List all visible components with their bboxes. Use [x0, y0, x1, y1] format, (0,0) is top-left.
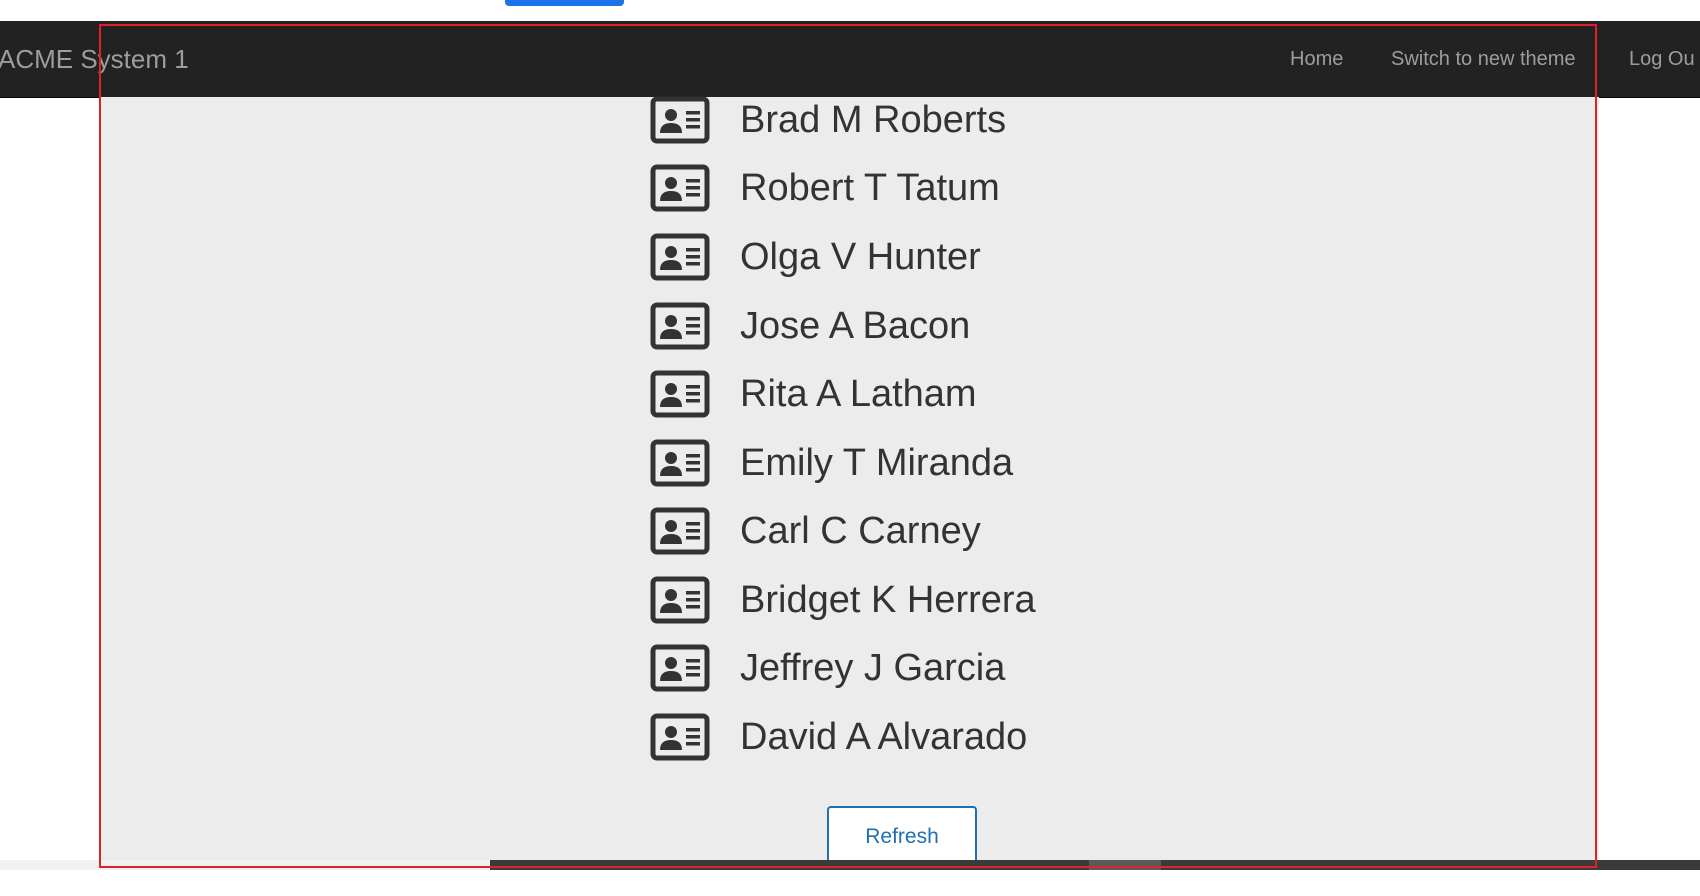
refresh-button[interactable]: Refresh	[827, 806, 977, 866]
contact-card-icon	[650, 233, 710, 281]
contact-name: Robert T Tatum	[740, 167, 1000, 209]
contact-card-icon	[650, 576, 710, 624]
contact-card-icon	[650, 96, 710, 144]
contact-list-item[interactable]: Bridget K Herrera	[650, 573, 1036, 627]
contact-list-item[interactable]: Rita A Latham	[650, 367, 977, 421]
contact-card-icon	[650, 439, 710, 487]
contact-name: Olga V Hunter	[740, 236, 981, 278]
contact-list-item[interactable]: Jeffrey J Garcia	[650, 641, 1005, 695]
contact-card-icon	[650, 644, 710, 692]
nav-logout-link[interactable]: Log Ou	[1629, 21, 1695, 97]
contact-card-icon	[650, 370, 710, 418]
contact-name: Bridget K Herrera	[740, 579, 1036, 621]
contact-list-item[interactable]: David A Alvarado	[650, 710, 1027, 764]
contact-name: Jeffrey J Garcia	[740, 647, 1006, 689]
contact-name: Carl C Carney	[740, 510, 981, 552]
contact-list-item[interactable]: Olga V Hunter	[650, 230, 981, 284]
contact-name: David A Alvarado	[740, 716, 1028, 758]
contact-name: Jose A Bacon	[740, 305, 971, 347]
contact-name: Brad M Roberts	[740, 99, 1007, 141]
contact-name: Rita A Latham	[740, 373, 977, 415]
contact-list-item[interactable]: Emily T Miranda	[650, 436, 1013, 490]
contact-name: Emily T Miranda	[740, 442, 1014, 484]
contact-card-icon	[650, 713, 710, 761]
top-partial-button[interactable]	[505, 0, 624, 6]
navbar: ACME System 1 Home Switch to new theme L…	[0, 21, 1700, 98]
contact-card-icon	[650, 302, 710, 350]
contact-card-icon	[650, 507, 710, 555]
nav-home-link[interactable]: Home	[1290, 21, 1343, 97]
contact-card-icon	[650, 164, 710, 212]
contact-list-item[interactable]: Brad M Roberts	[650, 93, 1006, 147]
nav-switch-theme-link[interactable]: Switch to new theme	[1391, 21, 1576, 97]
contact-list-item[interactable]: Jose A Bacon	[650, 299, 970, 353]
contact-list-item[interactable]: Carl C Carney	[650, 504, 981, 558]
brand-title[interactable]: ACME System 1	[0, 21, 189, 97]
contact-list-item[interactable]: Robert T Tatum	[650, 161, 1000, 215]
app-window: ACME System 1 Home Switch to new theme L…	[0, 0, 1700, 896]
horizontal-scrollbar-thumb-highlight[interactable]	[1089, 860, 1161, 870]
